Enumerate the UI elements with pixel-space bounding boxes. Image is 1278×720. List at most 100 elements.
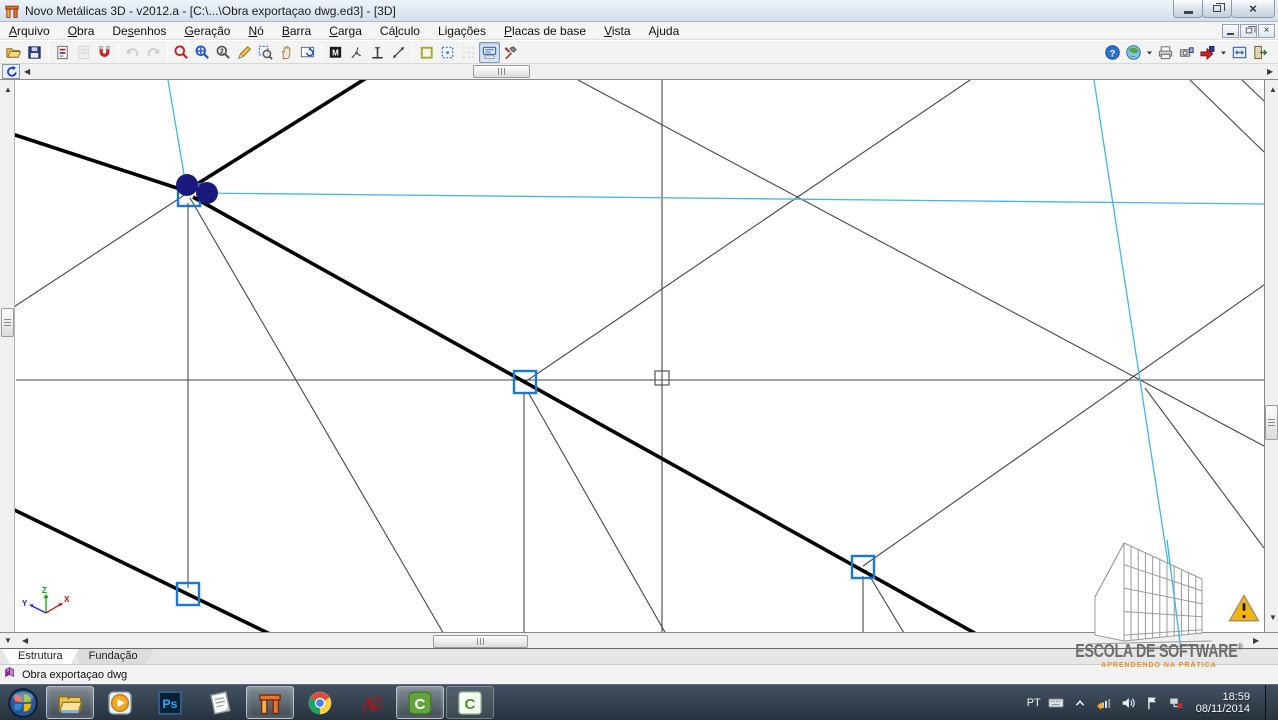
grid-icon bbox=[460, 44, 477, 61]
menu-vista[interactable]: Vista bbox=[595, 23, 639, 39]
language-indicator[interactable]: PT bbox=[1027, 697, 1041, 709]
pan-bar-top[interactable]: ◀ ▶ bbox=[0, 64, 1278, 80]
pan-bar-left[interactable]: ▲ bbox=[0, 80, 15, 632]
pan-left-arrow[interactable]: ◀ bbox=[24, 68, 30, 76]
selection-box-button[interactable] bbox=[416, 42, 437, 63]
coordpanel-icon bbox=[481, 44, 498, 61]
configuration-button[interactable] bbox=[500, 42, 521, 63]
zoom-window-button[interactable] bbox=[171, 42, 192, 63]
close-button[interactable]: × bbox=[1231, 0, 1275, 18]
menu-no[interactable]: Nó bbox=[239, 23, 272, 39]
open-button[interactable] bbox=[3, 42, 24, 63]
status-bar: Obra exportaçao dwg bbox=[0, 664, 1278, 684]
window-arrange-button[interactable] bbox=[1229, 42, 1250, 63]
import-dxf-button[interactable] bbox=[52, 42, 73, 63]
menu-barra[interactable]: Barra bbox=[273, 23, 320, 39]
mdi-close-button[interactable]: × bbox=[1258, 24, 1275, 38]
export-button[interactable] bbox=[1197, 42, 1218, 63]
pan-down-arrow-right[interactable]: ▼ bbox=[1269, 614, 1277, 622]
tray-volume-icon[interactable] bbox=[1120, 694, 1137, 711]
pan-bar-right[interactable]: ▲ ▼ bbox=[1264, 80, 1278, 632]
pan-button[interactable] bbox=[276, 42, 297, 63]
zoomext-icon bbox=[194, 44, 211, 61]
taskbar-camtasia[interactable]: C bbox=[446, 686, 494, 719]
rotate-view-button[interactable] bbox=[2, 64, 20, 79]
tab-fundacao[interactable]: Fundação bbox=[73, 649, 154, 664]
pan-bar-bottom[interactable]: ▼ ◀ ▶ bbox=[0, 632, 1278, 648]
pan-handle-left[interactable] bbox=[1, 308, 14, 337]
zoom-region-button[interactable] bbox=[255, 42, 276, 63]
restore-button[interactable] bbox=[1202, 0, 1232, 18]
svg-text:2: 2 bbox=[220, 47, 224, 55]
menu-obra[interactable]: Obra bbox=[59, 23, 104, 39]
taskbar-notepad[interactable] bbox=[196, 686, 244, 719]
show-desktop-button[interactable] bbox=[1265, 685, 1272, 720]
online-services-dropdown[interactable] bbox=[1144, 42, 1155, 63]
menu-carga[interactable]: Carga bbox=[320, 23, 371, 39]
coordinates-panel-button[interactable] bbox=[479, 42, 500, 63]
pan-handle-bottom[interactable] bbox=[433, 635, 528, 648]
minimize-button[interactable] bbox=[1173, 0, 1203, 18]
menu-ajuda[interactable]: Ajuda bbox=[640, 23, 689, 39]
menu-placas-de-base[interactable]: Placas de base bbox=[495, 23, 595, 39]
edit-button[interactable] bbox=[234, 42, 255, 63]
tray-disconnected-icon[interactable] bbox=[1168, 694, 1185, 711]
toolbar-separator bbox=[321, 43, 322, 61]
redraw-button[interactable] bbox=[297, 42, 318, 63]
mdi-minimize-button[interactable] bbox=[1222, 24, 1239, 38]
drawing-canvas[interactable]: Z X Y bbox=[15, 80, 1264, 632]
help-button[interactable]: ? bbox=[1102, 42, 1123, 63]
drawing-workspace: ◀ ▶ ▲ Z X Y ▲ ▼ ▼ ◀ ▶ bbox=[0, 64, 1278, 648]
dimension-button[interactable] bbox=[388, 42, 409, 63]
taskbar-chrome[interactable] bbox=[296, 686, 344, 719]
exit-button[interactable] bbox=[1250, 42, 1271, 63]
menu-geracao[interactable]: Geração bbox=[175, 23, 239, 39]
restore-icon bbox=[1213, 5, 1221, 12]
node-reference-button[interactable] bbox=[346, 42, 367, 63]
views-window-button[interactable]: M bbox=[325, 42, 346, 63]
orthogonal-button[interactable] bbox=[367, 42, 388, 63]
print-preview-button[interactable] bbox=[1176, 42, 1197, 63]
tray-show-hidden-icon[interactable] bbox=[1072, 694, 1089, 711]
taskbar-photoshop[interactable]: Ps bbox=[146, 686, 194, 719]
pan-up-arrow-right[interactable]: ▲ bbox=[1269, 86, 1277, 94]
save-button[interactable] bbox=[24, 42, 45, 63]
tray-action-center-icon[interactable] bbox=[1144, 694, 1161, 711]
menu-calculo[interactable]: Cálculo bbox=[371, 23, 429, 39]
print-button[interactable] bbox=[1155, 42, 1176, 63]
toolbar-right: ? bbox=[1102, 42, 1275, 63]
toolbar: 2 M ? bbox=[0, 41, 1278, 64]
point-capture-button[interactable] bbox=[437, 42, 458, 63]
online-services-button[interactable] bbox=[1123, 42, 1144, 63]
axis-triad: Z X Y bbox=[22, 586, 70, 613]
taskbar-media-player[interactable] bbox=[96, 686, 144, 719]
menu-arquivo[interactable]: Arquivo bbox=[0, 23, 59, 39]
taskbar-clock[interactable]: 18:59 08/11/2014 bbox=[1192, 691, 1258, 715]
pan-down-arrow-left[interactable]: ▼ bbox=[4, 637, 12, 645]
pan-right-arrow-bottom[interactable]: ▶ bbox=[1253, 637, 1259, 645]
pan-left-arrow-bottom[interactable]: ◀ bbox=[22, 637, 28, 645]
zoom-extents-button[interactable] bbox=[192, 42, 213, 63]
menu-desenhos[interactable]: Desenhos bbox=[103, 23, 175, 39]
mdi-restore-button[interactable] bbox=[1240, 24, 1257, 38]
export-dropdown[interactable] bbox=[1218, 42, 1229, 63]
menu-ligacoes[interactable]: Ligações bbox=[429, 23, 495, 39]
tray-keyboard-icon[interactable] bbox=[1048, 694, 1065, 711]
acad-icon: A2010 bbox=[357, 690, 383, 716]
taskbar-camtasia-recorder[interactable]: C bbox=[396, 686, 444, 719]
tray-network-icon[interactable] bbox=[1096, 694, 1113, 711]
svg-text:C: C bbox=[465, 695, 476, 712]
pan-up-arrow-left[interactable]: ▲ bbox=[4, 86, 12, 94]
pan-handle-right[interactable] bbox=[1265, 405, 1278, 440]
taskbar-metalicas3d[interactable] bbox=[246, 686, 294, 719]
zoom-double-button[interactable]: 2 bbox=[213, 42, 234, 63]
pan-handle-top[interactable] bbox=[473, 65, 530, 78]
notepad-icon bbox=[207, 690, 233, 716]
tab-estrutura[interactable]: Estrutura bbox=[2, 649, 79, 664]
start-button[interactable] bbox=[4, 686, 42, 720]
exportdwg-icon bbox=[1199, 44, 1216, 61]
taskbar-explorer[interactable] bbox=[46, 686, 94, 719]
taskbar-autocad[interactable]: A2010 bbox=[346, 686, 394, 719]
snap-magnet-button[interactable] bbox=[94, 42, 115, 63]
pan-right-arrow-top[interactable]: ▶ bbox=[1267, 68, 1273, 76]
